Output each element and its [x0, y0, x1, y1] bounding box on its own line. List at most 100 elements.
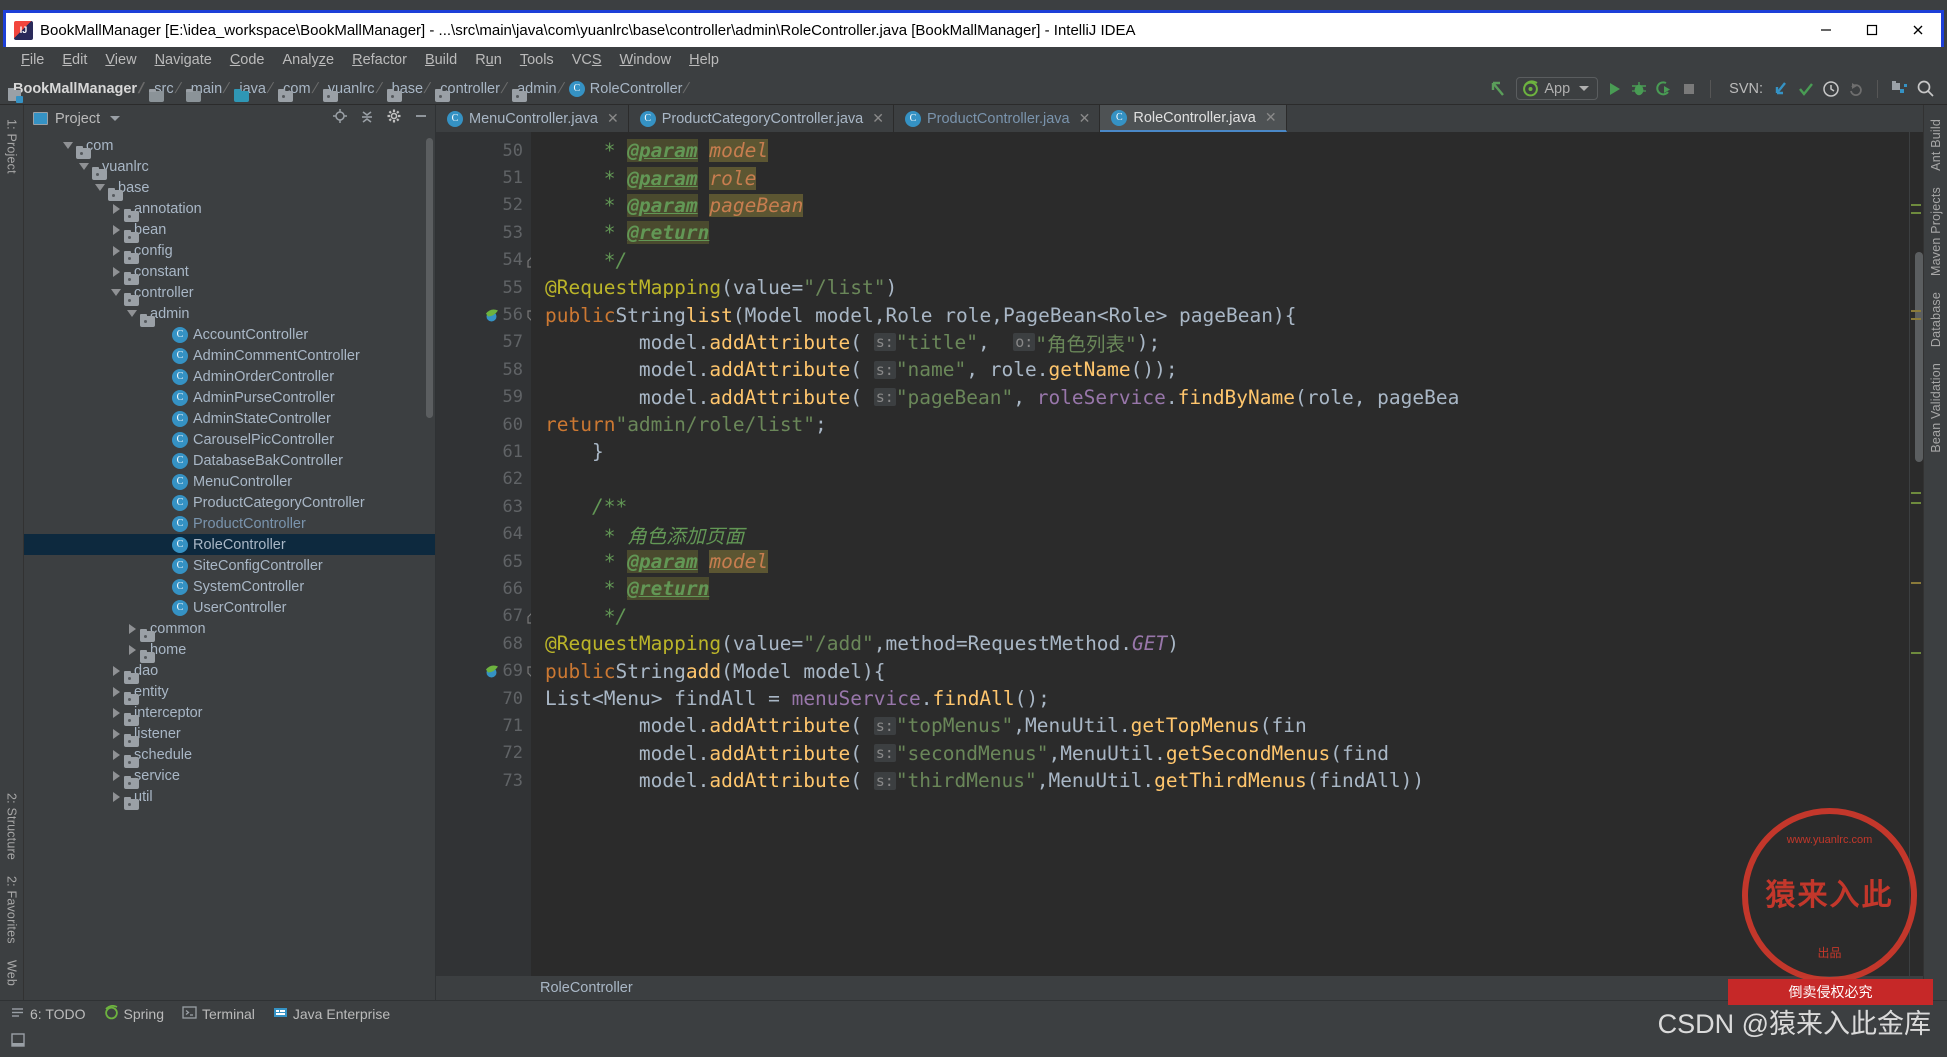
breadcrumb-item-admin[interactable]: admin/	[512, 80, 569, 97]
svn-rollback-icon[interactable]	[1847, 80, 1865, 98]
hide-panel-icon[interactable]	[413, 108, 429, 129]
breadcrumb-item-bookmallmanager[interactable]: BookMallManager/	[8, 80, 149, 97]
gutter-line-52[interactable]: 52	[436, 192, 531, 219]
chevron-right-icon[interactable]	[108, 243, 124, 259]
collapse-all-icon[interactable]	[359, 108, 375, 129]
tool-tab-project[interactable]: 1: Project	[2, 111, 22, 182]
project-tree-scrollbar[interactable]	[426, 138, 433, 418]
tree-item-databasebakcontroller[interactable]: DatabaseBakController	[24, 450, 435, 471]
gutter-line-73[interactable]: 73	[436, 767, 531, 794]
chevron-down-icon[interactable]	[124, 306, 140, 322]
breadcrumb-item-src[interactable]: src/	[149, 80, 186, 97]
tool-tab-maven-projects[interactable]: Maven Projects	[1926, 179, 1946, 284]
tree-item-usercontroller[interactable]: UserController	[24, 597, 435, 618]
gear-icon[interactable]	[386, 108, 402, 129]
tree-item-home[interactable]: home	[24, 639, 435, 660]
close-icon[interactable]: ✕	[607, 110, 619, 127]
gutter-line-53[interactable]: 53	[436, 219, 531, 246]
editor-tab-rolecontroller[interactable]: RoleController.java✕	[1100, 105, 1286, 132]
run-configuration-selector[interactable]: App	[1516, 77, 1598, 100]
chevron-down-icon[interactable]	[108, 285, 124, 301]
gutter-line-60[interactable]: 60	[436, 411, 531, 438]
run-with-coverage-icon[interactable]	[1655, 80, 1673, 98]
stop-icon[interactable]	[1680, 80, 1698, 98]
project-structure-icon[interactable]	[1890, 79, 1909, 98]
menu-window[interactable]: Window	[611, 50, 681, 70]
status-item-javaenterprise[interactable]: Java Enterprise	[273, 1005, 390, 1023]
chevron-right-icon[interactable]	[108, 264, 124, 280]
breadcrumb-item-com[interactable]: com/	[278, 80, 323, 97]
breadcrumb-item-yuanlrc[interactable]: yuanlrc/	[323, 80, 387, 97]
menu-refactor[interactable]: Refactor	[343, 50, 416, 70]
chevron-right-icon[interactable]	[108, 789, 124, 805]
svn-update-icon[interactable]	[1772, 80, 1790, 98]
tree-item-dao[interactable]: dao	[24, 660, 435, 681]
tree-item-entity[interactable]: entity	[24, 681, 435, 702]
breadcrumb-item-controller[interactable]: controller/	[435, 80, 512, 97]
gutter-line-63[interactable]: 63	[436, 493, 531, 520]
editor-code[interactable]: * @param model * @param role * @param pa…	[531, 132, 1909, 976]
tree-item-yuanlrc[interactable]: yuanlrc	[24, 156, 435, 177]
tree-item-bean[interactable]: bean	[24, 219, 435, 240]
tree-item-productcontroller[interactable]: ProductController	[24, 513, 435, 534]
status-item-todo[interactable]: 6: TODO	[10, 1005, 86, 1023]
menu-run[interactable]: Run	[466, 50, 511, 70]
status-item-spring[interactable]: Spring	[104, 1005, 164, 1023]
gutter-line-55[interactable]: 55	[436, 274, 531, 301]
menu-navigate[interactable]: Navigate	[146, 50, 221, 70]
chevron-right-icon[interactable]	[108, 726, 124, 742]
close-icon[interactable]: ✕	[1079, 110, 1091, 127]
menu-build[interactable]: Build	[416, 50, 466, 70]
chevron-right-icon[interactable]	[108, 663, 124, 679]
menu-help[interactable]: Help	[680, 50, 728, 70]
menu-view[interactable]: View	[96, 50, 145, 70]
search-everywhere-icon[interactable]	[1916, 79, 1935, 98]
tree-item-util[interactable]: util	[24, 786, 435, 807]
gutter-line-70[interactable]: 70	[436, 685, 531, 712]
back-arrow-icon[interactable]	[1489, 79, 1509, 99]
breadcrumb-item-base[interactable]: base/	[387, 80, 436, 97]
breadcrumb-item-java[interactable]: java/	[234, 80, 278, 97]
gutter-line-51[interactable]: 51	[436, 164, 531, 191]
tree-item-schedule[interactable]: schedule	[24, 744, 435, 765]
spring-bean-gutter-icon[interactable]	[484, 308, 499, 323]
gutter-line-71[interactable]: 71	[436, 712, 531, 739]
tree-item-adminordercontroller[interactable]: AdminOrderController	[24, 366, 435, 387]
tree-item-service[interactable]: service	[24, 765, 435, 786]
tree-item-base[interactable]: base	[24, 177, 435, 198]
gutter-line-65[interactable]: 65	[436, 548, 531, 575]
status-item-terminal[interactable]: Terminal	[182, 1005, 255, 1023]
editor-tab-productcategorycontroller[interactable]: ProductCategoryController.java✕	[629, 105, 894, 132]
tree-item-adminpursecontroller[interactable]: AdminPurseController	[24, 387, 435, 408]
tree-item-listener[interactable]: listener	[24, 723, 435, 744]
chevron-right-icon[interactable]	[108, 747, 124, 763]
menu-edit[interactable]: Edit	[53, 50, 96, 70]
tool-tab-favorites[interactable]: 2: Favorites	[2, 868, 22, 952]
gutter-line-66[interactable]: 66	[436, 575, 531, 602]
editor-gutter[interactable]: 5051525354555657585960616263646566676869…	[436, 132, 531, 976]
gutter-line-57[interactable]: 57	[436, 329, 531, 356]
editor-marker-strip[interactable]	[1909, 132, 1923, 976]
tree-item-admincommentcontroller[interactable]: AdminCommentController	[24, 345, 435, 366]
gutter-line-59[interactable]: 59	[436, 384, 531, 411]
project-tree[interactable]: comyuanlrcbaseannotationbeanconfigconsta…	[24, 132, 435, 1000]
tree-item-config[interactable]: config	[24, 240, 435, 261]
tree-item-admin[interactable]: admin	[24, 303, 435, 324]
tree-item-interceptor[interactable]: interceptor	[24, 702, 435, 723]
editor-tab-menucontroller[interactable]: MenuController.java✕	[436, 105, 629, 132]
maximize-button[interactable]	[1849, 13, 1895, 47]
menu-tools[interactable]: Tools	[511, 50, 563, 70]
tree-item-accountcontroller[interactable]: AccountController	[24, 324, 435, 345]
gutter-line-64[interactable]: 64	[436, 520, 531, 547]
gutter-line-58[interactable]: 58	[436, 356, 531, 383]
gutter-line-50[interactable]: 50	[436, 137, 531, 164]
tree-item-rolecontroller[interactable]: RoleController	[24, 534, 435, 555]
chevron-right-icon[interactable]	[108, 768, 124, 784]
chevron-right-icon[interactable]	[124, 642, 140, 658]
tree-item-com[interactable]: com	[24, 135, 435, 156]
tree-item-menucontroller[interactable]: MenuController	[24, 471, 435, 492]
locate-icon[interactable]	[332, 108, 348, 129]
show-tool-windows-icon[interactable]	[10, 1032, 26, 1053]
svn-history-icon[interactable]	[1822, 80, 1840, 98]
gutter-line-67[interactable]: 67	[436, 603, 531, 630]
